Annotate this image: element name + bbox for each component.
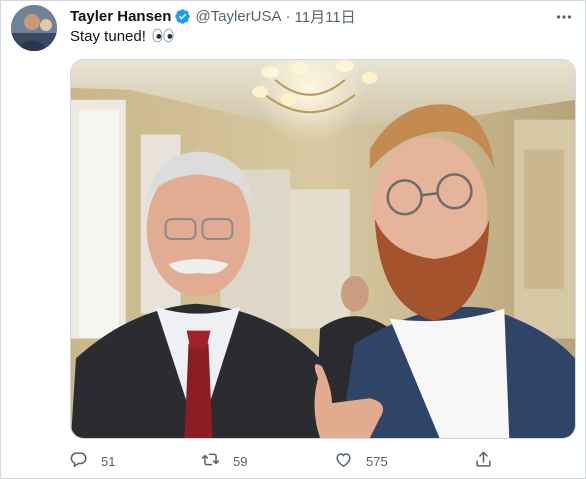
author-handle[interactable]: @TaylerUSA [195, 8, 281, 25]
more-options-icon[interactable] [554, 7, 574, 27]
tweet-header: Tayler Hansen @TaylerUSA · 11月11日 [70, 6, 356, 26]
retweet-button[interactable]: 59 [201, 449, 247, 473]
heart-icon [334, 450, 353, 472]
display-name[interactable]: Tayler Hansen [70, 8, 171, 25]
avatar-image [11, 5, 57, 51]
tweet-timestamp[interactable]: 11月11日 [295, 6, 356, 27]
share-icon [474, 450, 493, 472]
reply-button[interactable]: 51 [69, 449, 115, 473]
tweet-card[interactable]: Tayler Hansen @TaylerUSA · 11月11日 Stay t… [0, 0, 586, 479]
eyes-emoji-icon [152, 28, 174, 49]
retweet-count: 59 [233, 453, 248, 469]
reply-icon [69, 450, 88, 472]
tweet-photo[interactable] [70, 59, 576, 439]
like-button[interactable]: 575 [334, 449, 388, 473]
tweet-text: Stay tuned! [70, 27, 174, 49]
like-count: 575 [366, 453, 388, 469]
selfie-photo [71, 60, 575, 438]
header-separator: · [285, 7, 291, 25]
retweet-icon [201, 450, 220, 472]
verified-badge-icon [174, 8, 191, 25]
tweet-text-content: Stay tuned! [70, 28, 146, 45]
tweet-actions: 51 59 575 [61, 449, 521, 473]
avatar[interactable] [11, 5, 57, 51]
share-button[interactable] [474, 449, 493, 473]
reply-count: 51 [101, 453, 116, 469]
